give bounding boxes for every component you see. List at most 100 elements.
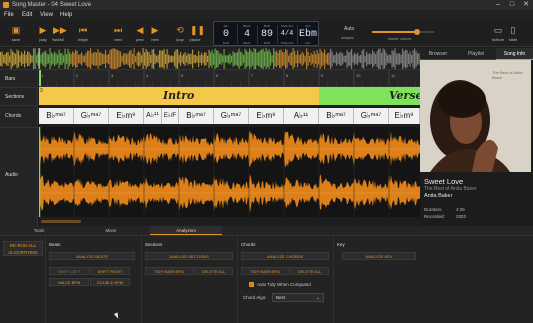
title-bar: Song Master - 04 Sweet Love – □ ✕ [0, 0, 533, 10]
chord-marker[interactable]: E♭/F [162, 108, 179, 124]
next-icon: ⏭ [113, 25, 123, 35]
side-panel-button[interactable]: ▯ slide [505, 22, 521, 44]
chord-algo-label: Chord Algo: [243, 295, 267, 300]
horizontal-scrollbar[interactable] [39, 217, 420, 226]
chord-marker[interactable]: G♭ᵐᵃ⁷ [214, 108, 249, 124]
chord-marker[interactable]: A♭¹¹ [144, 108, 162, 124]
maximize-icon[interactable]: □ [505, 0, 519, 10]
section-intro-label: Intro [163, 89, 195, 102]
save-icon: ▣ [11, 25, 21, 35]
lane-label-chords: Chords [5, 113, 22, 119]
bottom-panel-button[interactable]: ▭ bottom [490, 22, 506, 44]
overview-waveform[interactable] [0, 48, 420, 70]
begin-icon: ⏮ [78, 25, 88, 35]
bar-number: 3 [111, 73, 114, 78]
prev-button[interactable]: ◀ prev [132, 22, 148, 44]
tab-mixer[interactable]: Mixer [76, 226, 146, 235]
tab-analyzers[interactable]: Analyzers [150, 226, 222, 235]
minimize-icon[interactable]: – [491, 0, 505, 10]
bar-number: 8 [286, 73, 289, 78]
chord-marker[interactable]: B♭ᵐᵃ⁷ [319, 108, 354, 124]
right-pane-tabs: Browser Playlist Song Info [420, 48, 533, 60]
close-icon[interactable]: ✕ [519, 0, 533, 10]
shift-left-button[interactable]: SHIFT LEFT [49, 267, 89, 275]
menu-file[interactable]: File [4, 10, 14, 20]
chord-marker[interactable]: E♭m⁹ [389, 108, 420, 124]
chords-heading: Chords [241, 242, 256, 247]
analyze-beats-button[interactable]: ANALYZE BEATS [49, 252, 135, 260]
overview-waveform-graphic [0, 48, 420, 69]
chord-marker[interactable]: G♭ᵐᵃ⁷ [74, 108, 109, 124]
menu-view[interactable]: View [40, 10, 53, 20]
analyze-sections-button[interactable]: ANALYZE SECTIONS [145, 252, 233, 260]
window-title: Song Master - 04 Sweet Love [12, 2, 92, 8]
delete-all-chords-button[interactable]: DELETE ALL [290, 267, 329, 275]
save-button[interactable]: ▣ save [8, 22, 24, 44]
auto-label: Auto [344, 26, 355, 32]
play-button[interactable]: ▶ play [35, 22, 51, 44]
double-bpm-button[interactable]: DOUBLE BPM [90, 278, 130, 286]
section-verse-label: Verse [389, 89, 420, 102]
key-heading: Key [337, 242, 345, 247]
duration-value: 4:26 [456, 207, 465, 212]
next-bar-button[interactable]: ▶ next [147, 22, 163, 44]
tidy-markers-chords-button[interactable]: TIDY MARKERS [241, 267, 289, 275]
chord-marker[interactable]: G♭ᵐᵃ⁷ [354, 108, 389, 124]
section-intro[interactable]: 3 Intro [39, 87, 319, 105]
bar-readout: Bar 0 BAR [222, 24, 230, 45]
begin-button[interactable]: ⏮ begin [75, 22, 91, 44]
play-icon: ▶ [39, 25, 47, 35]
chord-marker[interactable]: B♭ᵐᵃ⁷ [39, 108, 74, 124]
position-display: Bar 0 BAR BEAT 4 BEAT BPM 89 BPM TIME SIG 4/4 TI… [213, 21, 319, 46]
chord-marker[interactable]: E♭m⁹ [249, 108, 284, 124]
tab-song-info[interactable]: Song Info [496, 48, 533, 60]
tab-playlist[interactable]: Playlist [458, 48, 494, 60]
bar-ruler: 1 2 3 4 5 6 7 8 9 10 11 [39, 70, 416, 86]
bars-lane[interactable]: 1 2 3 4 5 6 7 8 9 10 11 [39, 70, 420, 87]
menu-bar: File Edit View Help [0, 10, 533, 20]
pause-icon: ❚❚ [190, 25, 206, 35]
next-button[interactable]: ⏭ next [110, 22, 126, 44]
rerun-all-button[interactable]: RE-RUN ALL ALGORITHMS [3, 241, 43, 256]
auto-tidy-checkbox[interactable]: ✓ [249, 282, 254, 287]
next-icon: ▶ [151, 25, 159, 35]
master-volume-fill [372, 31, 417, 33]
mouse-cursor-icon [113, 312, 121, 320]
menu-help[interactable]: Help [60, 10, 72, 20]
analyze-chords-button[interactable]: ANALYZE CHORDS [241, 252, 329, 260]
scrollbar-thumb[interactable] [41, 220, 81, 223]
section-verse[interactable]: Verse [319, 87, 420, 105]
tab-browser[interactable]: Browser [420, 48, 456, 60]
loop-button[interactable]: ⟲ loop [172, 22, 188, 44]
menu-edit[interactable]: Edit [22, 10, 32, 20]
cover-subtitle: The Best of Anita Baker [492, 70, 523, 80]
analyzers-panel: RE-RUN ALL ALGORITHMS Beats ANALYZE BEAT… [0, 235, 533, 323]
bpm-readout: BPM 89 BPM [260, 24, 273, 45]
chord-marker[interactable]: B♭ᵐᵃ⁷ [179, 108, 214, 124]
chords-lane[interactable]: B♭ᵐᵃ⁷ G♭ᵐᵃ⁷ E♭m⁹ A♭¹¹ E♭/F B♭ᵐᵃ⁷ G♭ᵐᵃ⁷ E… [39, 105, 420, 127]
chord-marker[interactable]: A♭¹¹ [284, 108, 319, 124]
bar-number: 6 [216, 73, 219, 78]
master-volume-slider[interactable] [372, 29, 434, 35]
app-logo-icon [3, 2, 9, 8]
tab-tools[interactable]: Tools [4, 226, 74, 235]
bar-number: 10 [356, 73, 361, 78]
halve-bpm-button[interactable]: HALVE BPM [49, 278, 89, 286]
analyze-key-button[interactable]: ANALYZE KEY [342, 252, 416, 260]
tidy-markers-sections-button[interactable]: TIDY MARKERS [145, 267, 193, 275]
audio-lane[interactable] [39, 127, 420, 217]
prev-icon: ◀ [136, 25, 144, 35]
sections-lane[interactable]: 3 Intro Verse [39, 87, 420, 105]
app-window: Song Master - 04 Sweet Love – □ ✕ File E… [0, 0, 533, 323]
master-volume-handle[interactable] [413, 29, 420, 35]
shift-right-button[interactable]: SHIFT RIGHT [90, 267, 130, 275]
chord-algo-select[interactable]: Best ⌄ [272, 293, 324, 302]
recorded-value: 2002 [456, 214, 467, 219]
delete-all-sections-button[interactable]: DELETE ALL [194, 267, 233, 275]
forward-button[interactable]: ▶▶ fwd/all [50, 22, 67, 44]
transport-toolbar: ▣ save ▶ play ▶▶ fwd/all ⏮ begin ⏭ next ◀ prev… [0, 20, 533, 47]
pause-button[interactable]: ❚❚ pause [187, 22, 206, 44]
section-start-number: 3 [40, 88, 43, 94]
recorded-label: Recorded: [424, 214, 445, 219]
chord-marker[interactable]: E♭m⁹ [109, 108, 144, 124]
